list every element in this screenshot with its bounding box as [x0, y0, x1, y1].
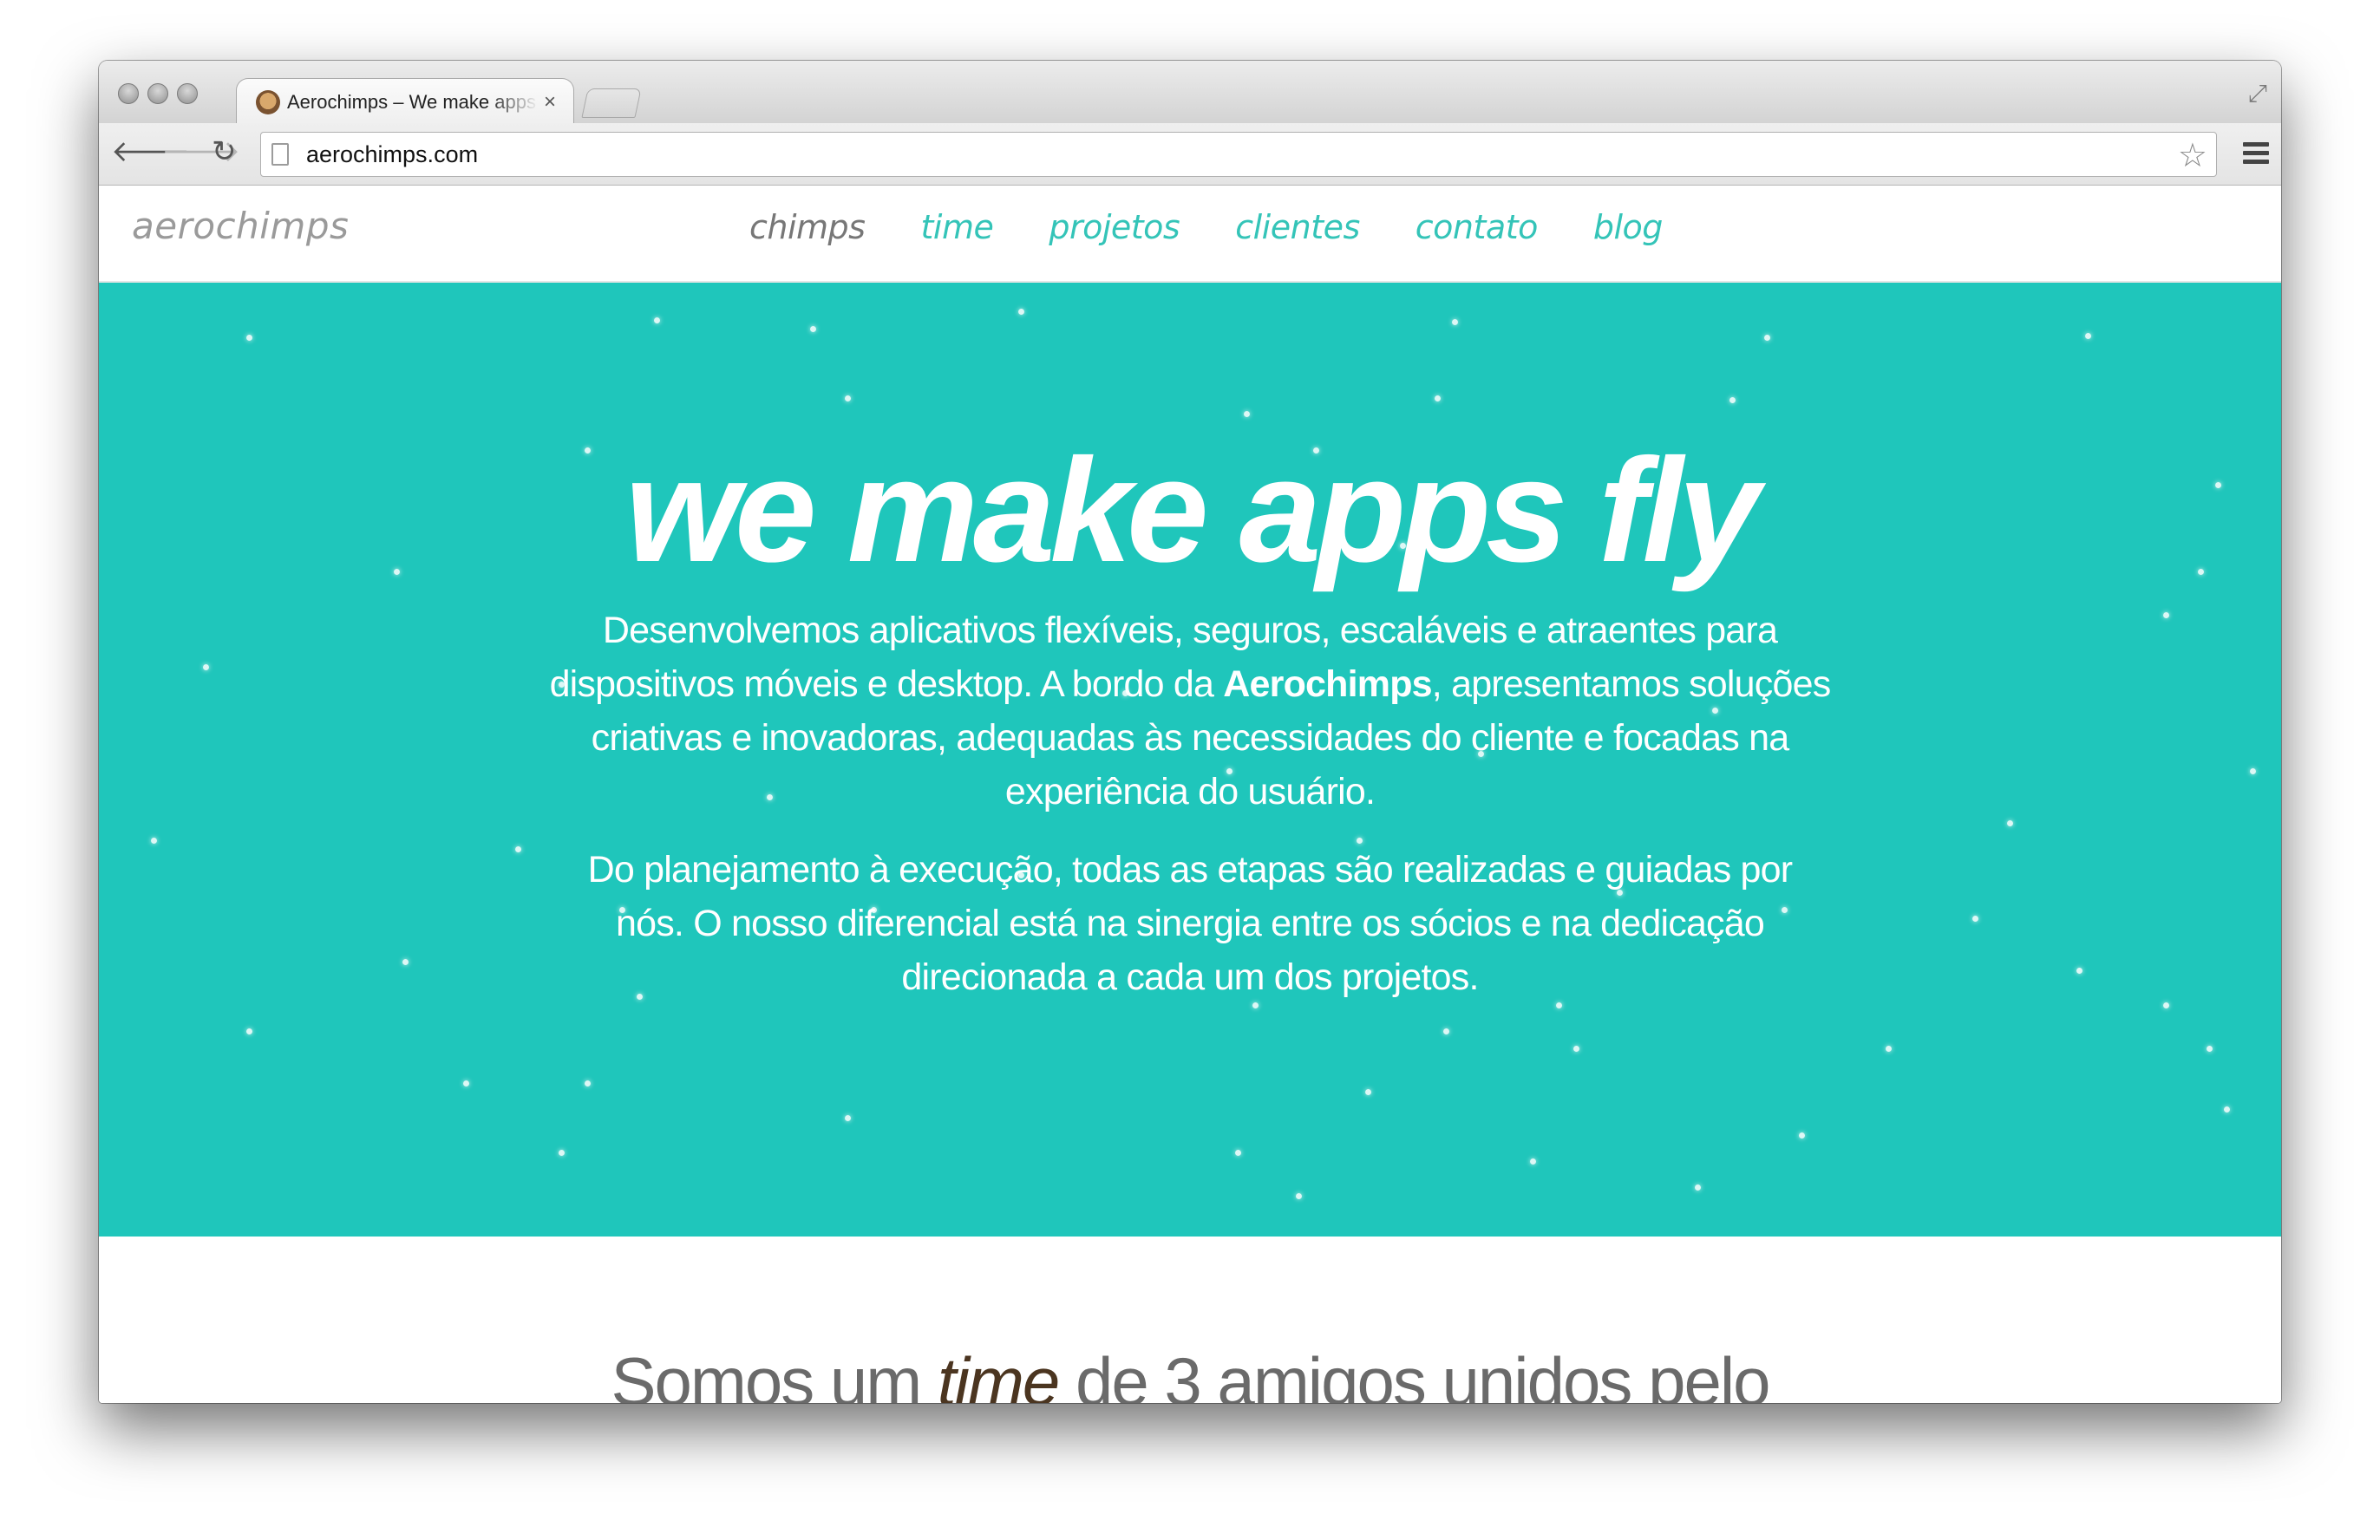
page-icon: [271, 143, 289, 166]
star-dot: [845, 395, 851, 401]
star-dot: [2224, 1106, 2230, 1113]
star-dot: [246, 335, 252, 341]
url-text[interactable]: aerochimps.com: [306, 141, 478, 168]
hero-p1-brand: Aerochimps: [1223, 663, 1432, 705]
close-window-button[interactable]: [118, 83, 139, 104]
star-dot: [1452, 319, 1458, 325]
star-dot: [2163, 1002, 2169, 1008]
browser-tab[interactable]: Aerochimps – We make apps fly ×: [236, 78, 574, 125]
star-dot: [810, 326, 816, 332]
star-dot: [585, 1080, 591, 1086]
page-content: aerochimps chimps time projetos clientes…: [99, 186, 2281, 1403]
team-heading-end: de 3 amigos unidos pelo: [1058, 1343, 1771, 1403]
address-bar[interactable]: aerochimps.com ☆: [260, 132, 2217, 177]
star-dot: [1296, 1193, 1302, 1199]
star-dot: [151, 838, 157, 844]
tab-close-icon[interactable]: ×: [544, 91, 556, 113]
star-dot: [845, 1115, 851, 1121]
site-logo[interactable]: aerochimps: [132, 205, 349, 247]
star-dot: [1435, 395, 1441, 401]
star-dot: [1799, 1132, 1805, 1139]
hero-section: we make apps fly Desenvolvemos aplicativ…: [99, 283, 2281, 1237]
star-icon[interactable]: ☆: [2178, 136, 2207, 175]
hero-headline: we make apps fly: [624, 428, 1760, 593]
star-dot: [515, 846, 521, 852]
tab-title: Aerochimps – We make apps fly: [287, 90, 539, 113]
star-dot: [654, 317, 660, 323]
star-dot: [2085, 333, 2091, 339]
star-dot: [463, 1080, 469, 1086]
star-dot: [1018, 309, 1024, 315]
team-section: Somos um time de 3 amigos unidos pelo: [99, 1237, 2281, 1403]
menu-icon[interactable]: [2243, 142, 2269, 168]
star-dot: [402, 959, 409, 965]
team-heading-start: Somos um: [611, 1343, 938, 1403]
hero-paragraph-1: Desenvolvemos aplicativos flexíveis, seg…: [533, 604, 1847, 819]
nav-link-time[interactable]: time: [920, 208, 993, 246]
star-dot: [246, 1028, 252, 1034]
nav-link-clientes[interactable]: clientes: [1235, 208, 1360, 246]
nav-link-contato[interactable]: contato: [1416, 208, 1539, 246]
team-heading-emphasis: time: [937, 1343, 1060, 1403]
star-dot: [2207, 1046, 2213, 1052]
site-menu: chimps time projetos clientes contato bl…: [749, 208, 1718, 246]
star-dot: [1365, 1089, 1371, 1095]
team-heading: Somos um time de 3 amigos unidos pelo: [99, 1342, 2281, 1403]
star-dot: [1972, 916, 1978, 922]
star-dot: [1764, 335, 1770, 341]
zoom-window-button[interactable]: [177, 83, 198, 104]
star-dot: [1443, 1028, 1449, 1034]
star-dot: [1573, 1046, 1579, 1052]
star-dot: [2250, 768, 2256, 774]
star-dot: [203, 664, 209, 670]
nav-link-blog[interactable]: blog: [1593, 208, 1664, 246]
star-dot: [1695, 1184, 1701, 1191]
star-dot: [1729, 397, 1736, 403]
favicon-icon: [256, 89, 280, 114]
nav-link-chimps[interactable]: chimps: [749, 208, 866, 246]
star-dot: [1235, 1150, 1241, 1156]
hero-paragraph-2: Do planejamento à execução, todas as eta…: [587, 849, 1793, 998]
fullscreen-icon[interactable]: ⤢: [2248, 80, 2267, 108]
star-dot: [1244, 411, 1250, 417]
star-dot: [1886, 1046, 1892, 1052]
browser-toolbar: 🡐 🡒 ↻ aerochimps.com ☆: [99, 123, 2281, 186]
star-dot: [2076, 968, 2082, 974]
browser-window: Aerochimps – We make apps fly × ⤢ 🡐 🡒 ↻ …: [99, 61, 2281, 1403]
star-dot: [2163, 612, 2169, 618]
star-dot: [2007, 820, 2013, 826]
new-tab-button[interactable]: [581, 88, 642, 118]
nav-link-projetos[interactable]: projetos: [1049, 208, 1180, 246]
star-dot: [1530, 1158, 1536, 1165]
site-navbar: aerochimps chimps time projetos clientes…: [99, 186, 2281, 283]
minimize-window-button[interactable]: [147, 83, 168, 104]
title-bar: Aerochimps – We make apps fly × ⤢: [99, 61, 2281, 125]
reload-icon[interactable]: ↻: [212, 137, 237, 166]
star-dot: [559, 1150, 565, 1156]
